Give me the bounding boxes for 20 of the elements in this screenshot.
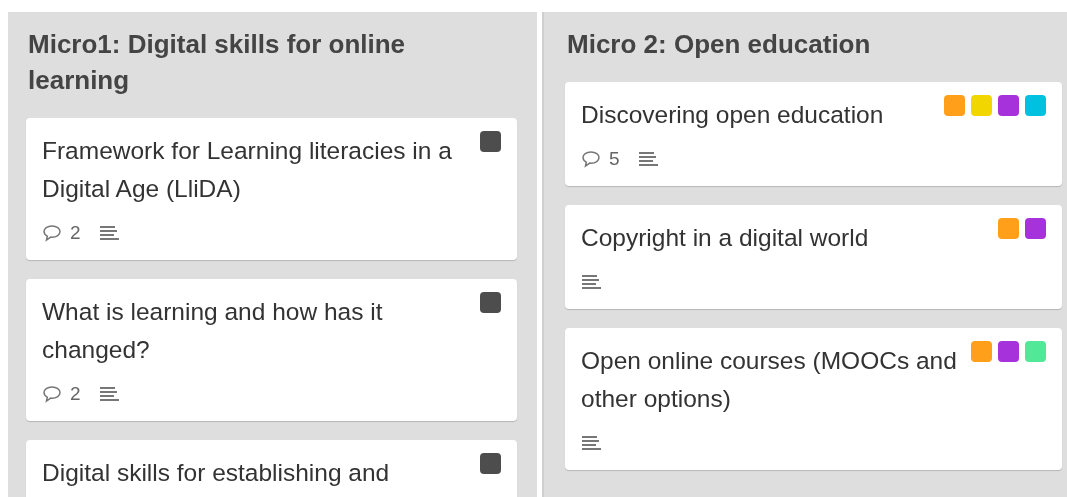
card[interactable]: Digital skills for establishing and [26,440,517,497]
card-title: Copyright in a digital world [581,223,870,253]
card-title: Digital skills for establishing and [42,458,391,488]
comment-count: 5 [609,148,620,170]
card-title: Open online courses (MOOCs and other options) [581,346,957,414]
card[interactable]: What is learning and how has it changed? 2 [26,279,517,421]
comment-icon [581,150,601,168]
card-title: Framework for Learning literacies in a Digital Age (LliDA) [42,136,453,204]
card-title: Discovering open education [581,100,885,130]
card[interactable]: Open online courses (MOOCs and other options) [565,328,1062,470]
card-title: What is learning and how has it changed? [42,297,384,365]
list-title: Micro 2: Open education [567,28,872,61]
comment-icon [42,385,62,403]
card[interactable]: Discovering open education 5 [565,82,1062,186]
comment-icon [42,224,62,242]
card[interactable]: Copyright in a digital world [565,205,1062,309]
comment-count: 2 [70,222,81,244]
comment-count: 2 [70,383,81,405]
list-title: Micro1: Digital skills for online learning [28,28,407,97]
card[interactable]: Framework for Learning literacies in a Digital Age (LliDA) 2 [26,118,517,260]
